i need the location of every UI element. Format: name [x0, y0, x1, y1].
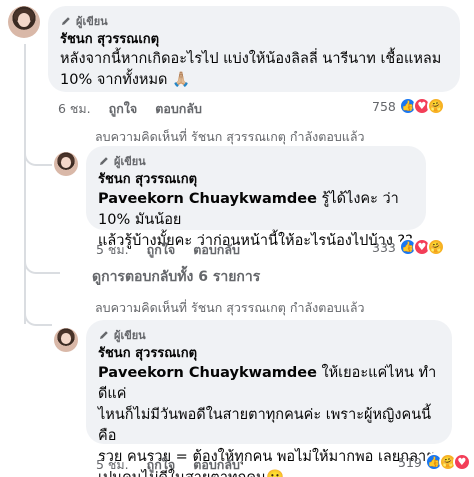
pen-icon [62, 17, 70, 25]
mention-link[interactable]: Paveekorn Chuaykwamdee [98, 191, 317, 207]
comment-actions: 6 ชม. ถูกใจ ตอบกลับ [58, 99, 220, 119]
reactions-summary[interactable]: 333 👍 ♥ 🤗 [372, 238, 445, 256]
comment-actions: 5 ชม. ถูกใจ ตอบกลับ [96, 455, 258, 475]
like-button[interactable]: ถูกใจ [147, 455, 176, 475]
comment-text-line: 10% จากทั้งหมด 🙏🏼 [60, 72, 191, 88]
badge-label: ผู้เขียน [76, 15, 108, 28]
author-badge: ผู้เขียน [60, 14, 448, 28]
like-button[interactable]: ถูกใจ [109, 99, 138, 119]
author-badge: ผู้เขียน [98, 154, 414, 168]
pen-icon [100, 157, 108, 165]
care-icon: 🤗 [426, 97, 445, 115]
reply-button[interactable]: ตอบกลับ [193, 240, 240, 260]
deleted-notice: ลบความคิดเห็นที่ รัชนก สุวรรณเกตุ กำลังต… [95, 129, 365, 144]
avatar[interactable] [8, 6, 40, 38]
comment-bubble: ผู้เขียน รัชนก สุวรรณเกตุ Paveekorn Chua… [86, 146, 426, 249]
reaction-count: 333 [372, 239, 396, 255]
reaction-count: 758 [372, 98, 396, 114]
comment-time[interactable]: 5 ชม. [96, 240, 129, 260]
reactions-summary[interactable]: 519 👍 🤗 ♥ [398, 453, 471, 471]
mention-link[interactable]: Paveekorn Chuaykwamdee [98, 365, 317, 381]
comment-bubble: ผู้เขียน รัชนก สุวรรณเกตุ หลังจากนี้หากเ… [48, 6, 460, 92]
author-badge: ผู้เขียน [98, 328, 440, 342]
deleted-notice: ลบความคิดเห็นที่ รัชนก สุวรรณเกตุ กำลังต… [95, 300, 365, 315]
love-icon: ♥ [452, 453, 471, 471]
comment-time[interactable]: 5 ชม. [96, 455, 129, 475]
comment-time[interactable]: 6 ชม. [58, 99, 91, 119]
thread-branch [24, 150, 52, 166]
avatar[interactable] [54, 152, 78, 176]
reply-button[interactable]: ตอบกลับ [193, 455, 240, 475]
comment-bubble: ผู้เขียน รัชนก สุวรรณเกตุ Paveekorn Chua… [86, 320, 452, 477]
comment-text-line: ไหนก็ไม่มีวันพอดีในสายตาทุกคนค่ะ เพราะผู… [98, 407, 432, 444]
comment-author[interactable]: รัชนก สุวรรณเกตุ [98, 171, 414, 189]
view-replies-link[interactable]: ดูการตอบกลับทั้ง 6 รายการ [92, 266, 260, 288]
thread-line-main [24, 44, 26, 324]
thread-branch [24, 310, 52, 326]
reply-button[interactable]: ตอบกลับ [155, 99, 202, 119]
care-icon: 🤗 [426, 238, 445, 256]
comment-author[interactable]: รัชนก สุวรรณเกตุ [98, 345, 440, 363]
pen-icon [100, 331, 108, 339]
reactions-summary[interactable]: 758 👍 ♥ 🤗 [372, 97, 445, 115]
thread-branch [24, 260, 60, 274]
comment-text-line: หลังจากนี้หากเกิดอะไรไป แบ่งให้น้องลิลลี… [60, 51, 442, 67]
reaction-count: 519 [398, 454, 422, 470]
comment-text-line: Paveekorn Chuaykwamdee ให้เยอะแค่ไหน ทำด… [98, 363, 440, 405]
like-button[interactable]: ถูกใจ [147, 240, 176, 260]
avatar[interactable] [54, 328, 78, 352]
badge-label: ผู้เขียน [114, 329, 146, 342]
badge-label: ผู้เขียน [114, 155, 146, 168]
comment-actions: 5 ชม. ถูกใจ ตอบกลับ [96, 240, 258, 260]
comment-text-line: Paveekorn Chuaykwamdee รู้ได้ไงคะ ว่า 10… [98, 189, 414, 231]
comment-author[interactable]: รัชนก สุวรรณเกตุ [60, 31, 448, 49]
